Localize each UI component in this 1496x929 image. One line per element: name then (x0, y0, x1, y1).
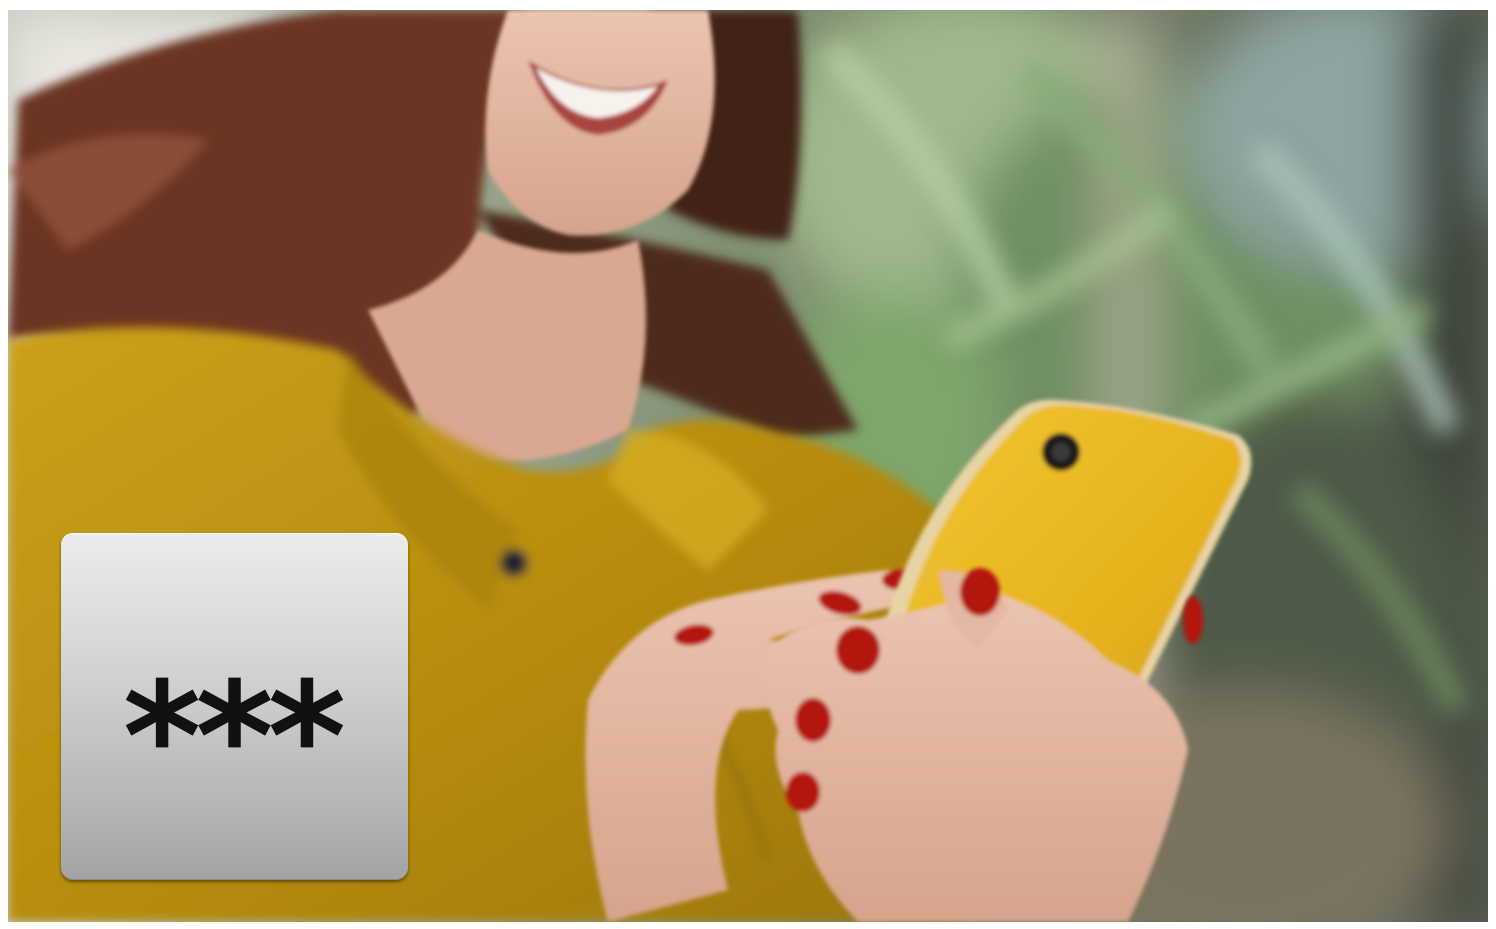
password-mask-tile: *** (61, 533, 408, 880)
password-mask-text: *** (122, 650, 346, 825)
